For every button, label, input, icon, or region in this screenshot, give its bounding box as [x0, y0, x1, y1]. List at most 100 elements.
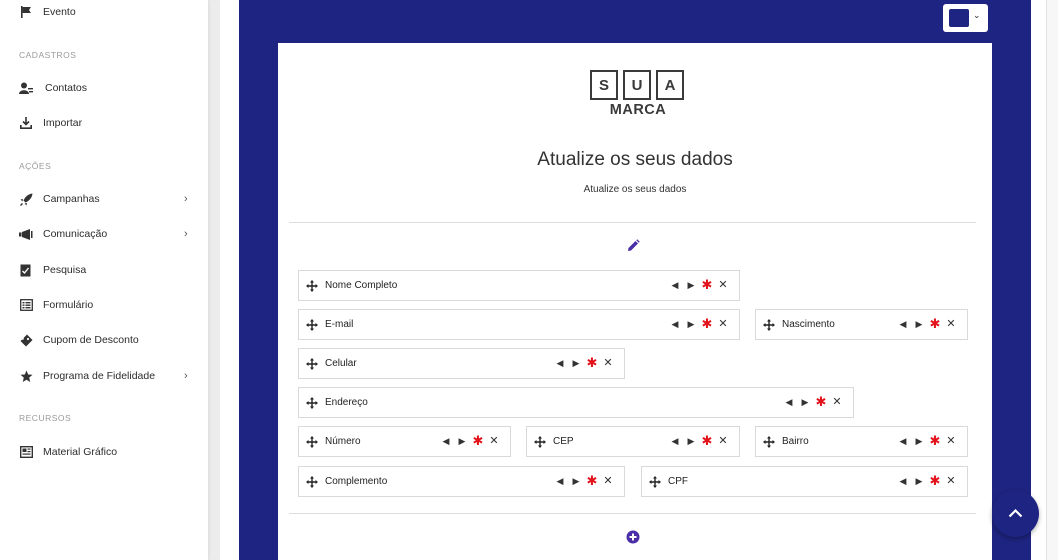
- field-nascimento[interactable]: Nascimento ◀ ▶ ✱ ✕: [755, 309, 968, 340]
- move-left-icon[interactable]: ◀: [781, 395, 797, 409]
- sidebar-item-evento[interactable]: Evento: [0, 0, 208, 27]
- brand-logo: S U A MARCA: [590, 70, 686, 118]
- move-icon[interactable]: [306, 396, 318, 409]
- move-right-icon[interactable]: ▶: [683, 317, 699, 331]
- field-email[interactable]: E-mail ◀ ▶ ✱ ✕: [298, 309, 740, 340]
- scroll-to-top-button[interactable]: [992, 490, 1039, 537]
- required-icon[interactable]: ✱: [699, 278, 715, 292]
- required-icon[interactable]: ✱: [927, 317, 943, 331]
- logo-letter: U: [623, 70, 651, 100]
- field-celular[interactable]: Celular ◀ ▶ ✱ ✕: [298, 348, 625, 379]
- newspaper-icon: [19, 445, 33, 459]
- field-label: CEP: [553, 436, 574, 447]
- sidebar-item-label: Material Gráfico: [43, 446, 118, 458]
- background-color-picker[interactable]: ⌄: [943, 4, 988, 32]
- sidebar-item-importar[interactable]: Importar: [0, 108, 208, 138]
- move-left-icon[interactable]: ◀: [667, 434, 683, 448]
- required-icon[interactable]: ✱: [699, 317, 715, 331]
- logo-letter: S: [590, 70, 618, 100]
- field-cpf[interactable]: CPF ◀ ▶ ✱ ✕: [641, 466, 968, 497]
- move-icon[interactable]: [306, 435, 318, 448]
- move-icon[interactable]: [306, 279, 318, 292]
- logo-letter: A: [656, 70, 684, 100]
- close-icon[interactable]: ✕: [600, 356, 616, 370]
- chevron-up-icon: [1008, 508, 1023, 518]
- field-complemento[interactable]: Complemento ◀ ▶ ✱ ✕: [298, 466, 625, 497]
- move-right-icon[interactable]: ▶: [454, 434, 470, 448]
- close-icon[interactable]: ✕: [829, 395, 845, 409]
- sidebar-item-material-grafico[interactable]: Material Gráfico: [0, 437, 208, 467]
- close-icon[interactable]: ✕: [943, 317, 959, 331]
- field-label: Nome Completo: [325, 280, 398, 291]
- pencil-icon[interactable]: [626, 239, 640, 253]
- move-right-icon[interactable]: ▶: [911, 474, 927, 488]
- move-icon[interactable]: [763, 435, 775, 448]
- close-icon[interactable]: ✕: [943, 474, 959, 488]
- move-icon[interactable]: [306, 475, 318, 488]
- field-label: E-mail: [325, 319, 354, 330]
- form-title: Atualize os seus dados: [537, 149, 733, 170]
- move-right-icon[interactable]: ▶: [568, 356, 584, 370]
- sidebar-item-comunicacao[interactable]: Comunicação ›: [0, 219, 208, 249]
- close-icon[interactable]: ✕: [715, 317, 731, 331]
- move-left-icon[interactable]: ◀: [552, 356, 568, 370]
- close-icon[interactable]: ✕: [600, 474, 616, 488]
- required-icon[interactable]: ✱: [584, 356, 600, 370]
- sidebar-item-formulario[interactable]: Formulário: [0, 290, 208, 320]
- field-numero[interactable]: Número ◀ ▶ ✱ ✕: [298, 426, 511, 457]
- move-icon[interactable]: [649, 475, 661, 488]
- move-left-icon[interactable]: ◀: [667, 278, 683, 292]
- sidebar-item-cupom[interactable]: Cupom de Desconto: [0, 325, 208, 355]
- move-icon[interactable]: [306, 357, 318, 370]
- move-right-icon[interactable]: ▶: [683, 278, 699, 292]
- required-icon[interactable]: ✱: [813, 395, 829, 409]
- add-field-icon[interactable]: [626, 530, 640, 544]
- chevron-right-icon: ›: [184, 193, 188, 205]
- field-label: Número: [325, 436, 361, 447]
- page-scrollbar[interactable]: [1046, 0, 1058, 560]
- move-right-icon[interactable]: ▶: [911, 317, 927, 331]
- close-icon[interactable]: ✕: [486, 434, 502, 448]
- field-bairro[interactable]: Bairro ◀ ▶ ✱ ✕: [755, 426, 968, 457]
- move-right-icon[interactable]: ▶: [911, 434, 927, 448]
- move-right-icon[interactable]: ▶: [797, 395, 813, 409]
- sidebar-item-label: Pesquisa: [43, 264, 87, 276]
- move-left-icon[interactable]: ◀: [895, 434, 911, 448]
- required-icon[interactable]: ✱: [470, 434, 486, 448]
- field-label: Complemento: [325, 476, 388, 487]
- section-cadastros: CADASTROS: [19, 50, 77, 60]
- move-left-icon[interactable]: ◀: [438, 434, 454, 448]
- sidebar-item-campanhas[interactable]: Campanhas ›: [0, 184, 208, 214]
- move-icon[interactable]: [306, 318, 318, 331]
- sidebar-item-label: Comunicação: [43, 228, 108, 240]
- required-icon[interactable]: ✱: [699, 434, 715, 448]
- required-icon[interactable]: ✱: [927, 474, 943, 488]
- move-left-icon[interactable]: ◀: [895, 474, 911, 488]
- required-icon[interactable]: ✱: [584, 474, 600, 488]
- move-left-icon[interactable]: ◀: [552, 474, 568, 488]
- chevron-right-icon: ›: [184, 228, 188, 240]
- sidebar-item-fidelidade[interactable]: Programa de Fidelidade ›: [0, 361, 208, 391]
- close-icon[interactable]: ✕: [943, 434, 959, 448]
- sidebar-item-pesquisa[interactable]: Pesquisa: [0, 255, 208, 285]
- close-icon[interactable]: ✕: [715, 434, 731, 448]
- field-nome-completo[interactable]: Nome Completo ◀ ▶ ✱ ✕: [298, 270, 740, 301]
- chevron-right-icon: ›: [184, 370, 188, 382]
- close-icon[interactable]: ✕: [715, 278, 731, 292]
- sidebar-item-label: Evento: [43, 6, 76, 18]
- move-left-icon[interactable]: ◀: [895, 317, 911, 331]
- move-icon[interactable]: [763, 318, 775, 331]
- rocket-icon: [19, 192, 33, 206]
- move-left-icon[interactable]: ◀: [667, 317, 683, 331]
- move-icon[interactable]: [534, 435, 546, 448]
- move-right-icon[interactable]: ▶: [568, 474, 584, 488]
- sidebar-item-label: Importar: [43, 117, 83, 129]
- divider: [289, 222, 976, 223]
- field-cep[interactable]: CEP ◀ ▶ ✱ ✕: [526, 426, 740, 457]
- required-icon[interactable]: ✱: [927, 434, 943, 448]
- sidebar-item-label: Cupom de Desconto: [43, 334, 139, 346]
- move-right-icon[interactable]: ▶: [683, 434, 699, 448]
- field-endereco[interactable]: Endereço ◀ ▶ ✱ ✕: [298, 387, 854, 418]
- sidebar-item-contatos[interactable]: Contatos: [0, 73, 208, 103]
- sidebar-item-label: Formulário: [43, 299, 94, 311]
